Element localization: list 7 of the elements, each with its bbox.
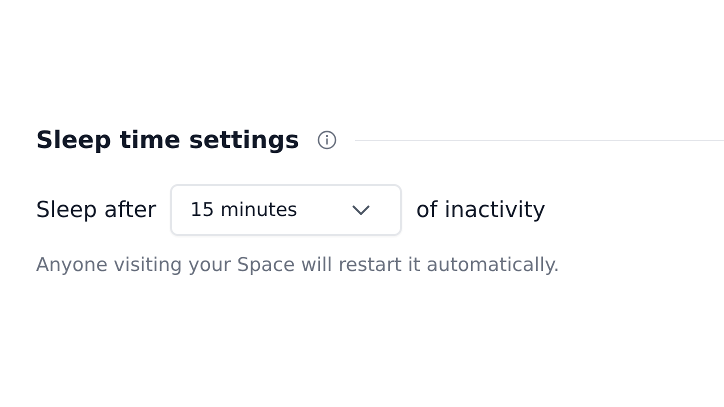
hint-text: Anyone visiting your Space will restart it automatically.: [36, 254, 560, 276]
sleep-after-label: Sleep after: [36, 198, 156, 222]
info-icon[interactable]: [317, 130, 338, 150]
section-title: Sleep time settings: [36, 126, 300, 154]
sleep-duration-dropdown[interactable]: 15 minutes: [170, 184, 402, 236]
inactivity-label: of inactivity: [416, 198, 546, 222]
chevron-down-icon: [352, 205, 370, 215]
